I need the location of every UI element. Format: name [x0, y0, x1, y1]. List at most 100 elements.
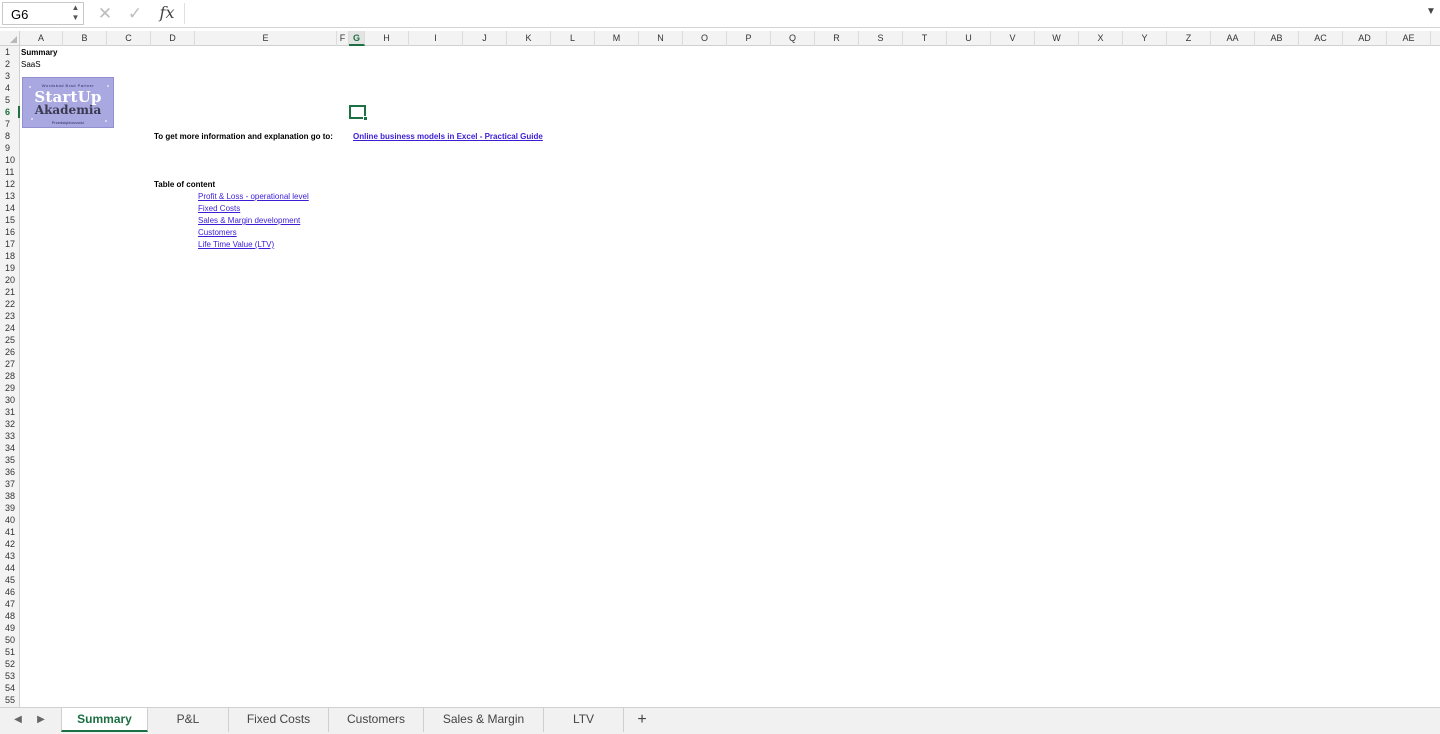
row-header-18[interactable]: 18 — [0, 250, 20, 262]
toc-link-customers[interactable]: Customers — [198, 227, 237, 239]
tab-customers[interactable]: Customers — [329, 708, 424, 732]
row-header-9[interactable]: 9 — [0, 142, 20, 154]
row-header-5[interactable]: 5 — [0, 94, 20, 106]
column-header-w[interactable]: W — [1035, 31, 1079, 46]
row-header-20[interactable]: 20 — [0, 274, 20, 286]
row-header-37[interactable]: 37 — [0, 478, 20, 490]
tab-fixed-costs[interactable]: Fixed Costs — [229, 708, 329, 732]
column-header-j[interactable]: J — [463, 31, 507, 46]
row-header-16[interactable]: 16 — [0, 226, 20, 238]
row-header-3[interactable]: 3 — [0, 70, 20, 82]
guide-link[interactable]: Online business models in Excel - Practi… — [353, 131, 543, 143]
row-header-46[interactable]: 46 — [0, 586, 20, 598]
column-header-t[interactable]: T — [903, 31, 947, 46]
column-header-a[interactable]: A — [20, 31, 63, 46]
row-header-23[interactable]: 23 — [0, 310, 20, 322]
row-header-55[interactable]: 55 — [0, 694, 20, 706]
column-header-o[interactable]: O — [683, 31, 727, 46]
tab-summary[interactable]: Summary — [61, 708, 148, 732]
row-header-47[interactable]: 47 — [0, 598, 20, 610]
row-header-31[interactable]: 31 — [0, 406, 20, 418]
row-header-10[interactable]: 10 — [0, 154, 20, 166]
row-header-1[interactable]: 1 — [0, 46, 20, 58]
row-header-8[interactable]: 8 — [0, 130, 20, 142]
cell-area[interactable]: Summary SaaS Wordsbad Brad Partner Start… — [21, 47, 1440, 707]
row-header-19[interactable]: 19 — [0, 262, 20, 274]
row-header-15[interactable]: 15 — [0, 214, 20, 226]
column-header-u[interactable]: U — [947, 31, 991, 46]
row-header-43[interactable]: 43 — [0, 550, 20, 562]
toc-link-ltv[interactable]: Life Time Value (LTV) — [198, 239, 274, 251]
column-header-ac[interactable]: AC — [1299, 31, 1343, 46]
row-header-29[interactable]: 29 — [0, 382, 20, 394]
column-header-aa[interactable]: AA — [1211, 31, 1255, 46]
column-header-s[interactable]: S — [859, 31, 903, 46]
row-header-17[interactable]: 17 — [0, 238, 20, 250]
row-header-4[interactable]: 4 — [0, 82, 20, 94]
selected-cell-g6[interactable] — [349, 105, 368, 121]
row-header-7[interactable]: 7 — [0, 118, 20, 130]
row-header-6[interactable]: 6 — [0, 106, 20, 118]
row-header-49[interactable]: 49 — [0, 622, 20, 634]
column-header-b[interactable]: B — [63, 31, 107, 46]
row-header-52[interactable]: 52 — [0, 658, 20, 670]
row-header-54[interactable]: 54 — [0, 682, 20, 694]
name-box-stepper-icon[interactable]: ▲ ▼ — [71, 3, 80, 24]
tab-sales-margin[interactable]: Sales & Margin — [424, 708, 544, 732]
column-header-n[interactable]: N — [639, 31, 683, 46]
row-header-44[interactable]: 44 — [0, 562, 20, 574]
row-header-51[interactable]: 51 — [0, 646, 20, 658]
row-header-33[interactable]: 33 — [0, 430, 20, 442]
column-header-p[interactable]: P — [727, 31, 771, 46]
row-header-24[interactable]: 24 — [0, 322, 20, 334]
column-header-e[interactable]: E — [195, 31, 337, 46]
row-header-25[interactable]: 25 — [0, 334, 20, 346]
row-header-48[interactable]: 48 — [0, 610, 20, 622]
row-header-14[interactable]: 14 — [0, 202, 20, 214]
row-header-22[interactable]: 22 — [0, 298, 20, 310]
column-header-ab[interactable]: AB — [1255, 31, 1299, 46]
column-header-m[interactable]: M — [595, 31, 639, 46]
row-header-2[interactable]: 2 — [0, 58, 20, 70]
column-header-c[interactable]: C — [107, 31, 151, 46]
row-header-53[interactable]: 53 — [0, 670, 20, 682]
fill-handle[interactable] — [363, 116, 368, 121]
column-header-f[interactable]: F — [337, 31, 349, 46]
row-header-11[interactable]: 11 — [0, 166, 20, 178]
name-box[interactable]: G6 ▲ ▼ — [2, 2, 84, 25]
tab-ltv[interactable]: LTV — [544, 708, 624, 732]
column-header-y[interactable]: Y — [1123, 31, 1167, 46]
row-header-13[interactable]: 13 — [0, 190, 20, 202]
next-sheet-icon[interactable]: ▶ — [34, 714, 48, 725]
row-header-36[interactable]: 36 — [0, 466, 20, 478]
row-header-45[interactable]: 45 — [0, 574, 20, 586]
formula-input[interactable] — [184, 3, 1420, 24]
row-header-50[interactable]: 50 — [0, 634, 20, 646]
column-header-i[interactable]: I — [409, 31, 463, 46]
tab-pnl[interactable]: P&L — [148, 708, 229, 732]
row-header-39[interactable]: 39 — [0, 502, 20, 514]
column-header-d[interactable]: D — [151, 31, 195, 46]
confirm-icon[interactable]: ✓ — [124, 4, 146, 24]
column-header-q[interactable]: Q — [771, 31, 815, 46]
row-header-12[interactable]: 12 — [0, 178, 20, 190]
row-header-35[interactable]: 35 — [0, 454, 20, 466]
prev-sheet-icon[interactable]: ◀ — [11, 714, 25, 725]
select-all-corner[interactable] — [0, 31, 20, 46]
toc-heading[interactable]: Table of content — [154, 179, 215, 191]
cancel-icon[interactable]: ✕ — [94, 4, 116, 24]
toc-link-fixed-costs[interactable]: Fixed Costs — [198, 203, 240, 215]
row-header-34[interactable]: 34 — [0, 442, 20, 454]
row-header-41[interactable]: 41 — [0, 526, 20, 538]
row-header-32[interactable]: 32 — [0, 418, 20, 430]
row-header-42[interactable]: 42 — [0, 538, 20, 550]
column-header-r[interactable]: R — [815, 31, 859, 46]
expand-formula-bar-icon[interactable]: ▼ — [1426, 6, 1436, 17]
cell-a1[interactable]: Summary — [21, 47, 57, 59]
column-header-k[interactable]: K — [507, 31, 551, 46]
worksheet-grid[interactable]: A B C D E F G H I J K L M N O P Q R S T U V W X Y Z AA AB AC AD AE 123… — [0, 31, 1440, 707]
insert-function-icon[interactable]: fx — [156, 3, 178, 23]
row-header-40[interactable]: 40 — [0, 514, 20, 526]
add-sheet-icon[interactable]: + — [632, 709, 652, 731]
row-header-28[interactable]: 28 — [0, 370, 20, 382]
